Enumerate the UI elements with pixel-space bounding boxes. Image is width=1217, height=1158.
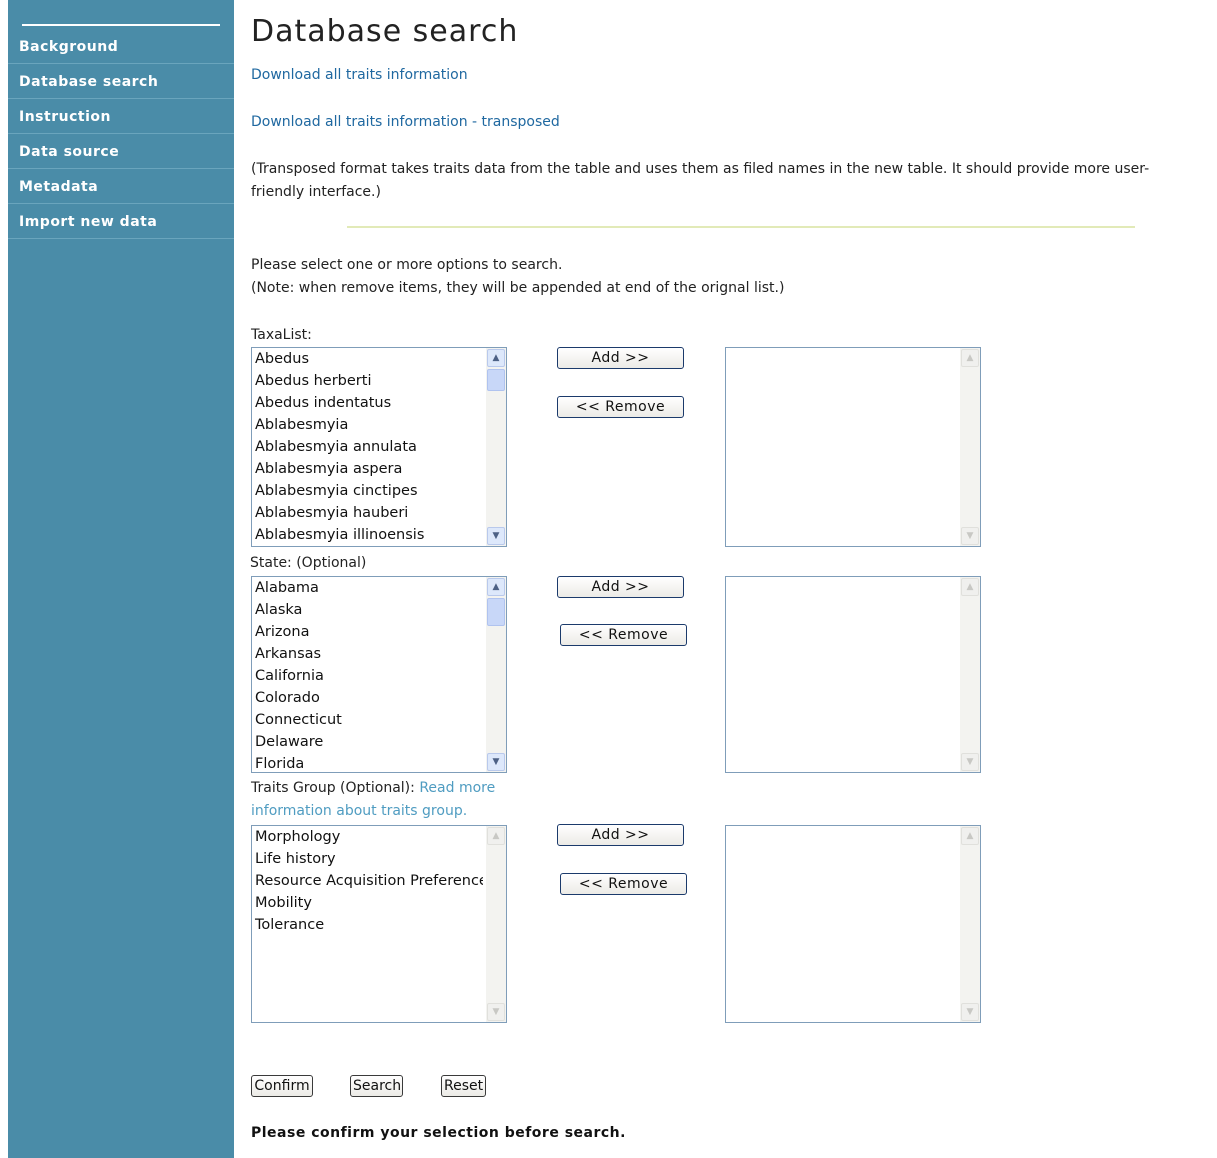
sidebar-item-label: Instruction <box>19 109 111 125</box>
traits-read-more-link[interactable]: Read more <box>419 780 495 796</box>
state-add-button[interactable]: Add >> <box>557 576 684 598</box>
sidebar-item-background[interactable]: Background <box>8 30 234 64</box>
divider <box>347 226 1135 228</box>
reset-button[interactable]: Reset <box>441 1075 486 1097</box>
list-item[interactable]: Resource Acquisition Preference <box>252 870 483 892</box>
transposed-note: (Transposed format takes traits data fro… <box>251 158 1217 204</box>
sidebar-item-import-new-data[interactable]: Import new data <box>8 205 234 239</box>
scrollbar[interactable]: ▲ ▼ <box>486 577 506 772</box>
list-item[interactable]: Ablabesmyia hauberi <box>252 502 483 524</box>
list-item[interactable]: Abedus indentatus <box>252 392 483 414</box>
taxa-remove-button[interactable]: << Remove <box>557 396 684 418</box>
taxa-add-button[interactable]: Add >> <box>557 347 684 369</box>
scroll-down-icon[interactable]: ▼ <box>487 527 505 545</box>
list-item[interactable]: Mobility <box>252 892 483 914</box>
traits-group-label: Traits Group (Optional): <box>251 780 415 796</box>
traits-options: Morphology Life history Resource Acquisi… <box>252 826 506 936</box>
instructions-line: (Note: when remove items, they will be a… <box>251 280 785 296</box>
list-item[interactable]: Arkansas <box>252 643 483 665</box>
scrollbar[interactable]: ▲ ▼ <box>960 348 980 546</box>
list-item[interactable]: Ablabesmyia cinctipes <box>252 480 483 502</box>
download-traits-transposed-link[interactable]: Download all traits information - transp… <box>251 114 560 130</box>
list-item[interactable]: Ablabesmyia <box>252 414 483 436</box>
sidebar-item-metadata[interactable]: Metadata <box>8 170 234 204</box>
sidebar-item-instruction[interactable]: Instruction <box>8 100 234 134</box>
state-list-label: State: (Optional) <box>250 555 367 571</box>
transposed-note-line: friendly interface.) <box>251 184 381 200</box>
list-item[interactable]: Delaware <box>252 731 483 753</box>
state-options: Alabama Alaska Arizona Arkansas Californ… <box>252 577 506 772</box>
search-button[interactable]: Search <box>350 1075 403 1097</box>
transposed-note-line: (Transposed format takes traits data fro… <box>251 161 1150 177</box>
scroll-thumb[interactable] <box>487 598 505 626</box>
list-item[interactable]: Tolerance <box>252 914 483 936</box>
list-item[interactable]: Alaska <box>252 599 483 621</box>
list-item[interactable]: Abedus herberti <box>252 370 483 392</box>
traits-label-line: Traits Group (Optional): Read more <box>251 777 541 800</box>
page-title: Database search <box>251 14 519 49</box>
scrollbar[interactable]: ▲ ▼ <box>960 577 980 772</box>
scrollbar[interactable]: ▲ ▼ <box>486 348 506 546</box>
sidebar-item-label: Background <box>19 39 119 55</box>
taxa-list-label: TaxaList: <box>251 327 312 343</box>
traits-remove-button[interactable]: << Remove <box>560 873 687 895</box>
traits-group-label-block: Traits Group (Optional): Read more infor… <box>251 777 541 823</box>
confirm-button[interactable]: Confirm <box>251 1075 313 1097</box>
scroll-up-icon: ▲ <box>961 578 979 596</box>
list-item[interactable]: Florida <box>252 753 483 772</box>
download-traits-link[interactable]: Download all traits information <box>251 67 468 83</box>
list-item[interactable]: Ablabesmyia aspera <box>252 458 483 480</box>
list-item[interactable]: Life history <box>252 848 483 870</box>
list-item[interactable]: Arizona <box>252 621 483 643</box>
taxa-options: Abedus Abedus herberti Abedus indentatus… <box>252 348 506 546</box>
sidebar-item-database-search[interactable]: Database search <box>8 65 234 99</box>
scroll-down-icon[interactable]: ▼ <box>487 753 505 771</box>
list-item[interactable]: Morphology <box>252 826 483 848</box>
scrollbar[interactable]: ▲ ▼ <box>960 826 980 1022</box>
traits-read-more-link-cont[interactable]: information about traits group. <box>251 803 467 819</box>
state-remove-button[interactable]: << Remove <box>560 624 687 646</box>
sidebar-item-data-source[interactable]: Data source <box>8 135 234 169</box>
scroll-down-icon: ▼ <box>961 1003 979 1021</box>
scroll-up-icon[interactable]: ▲ <box>487 578 505 596</box>
instructions-line: Please select one or more options to sea… <box>251 257 563 273</box>
sidebar-item-label: Data source <box>19 144 120 160</box>
traits-selected-list[interactable]: ▲ ▼ <box>725 825 981 1023</box>
list-item[interactable]: Connecticut <box>252 709 483 731</box>
scrollbar[interactable]: ▲ ▼ <box>486 826 506 1022</box>
list-item[interactable]: Ablabesmyia annulata <box>252 436 483 458</box>
taxa-list-select[interactable]: Abedus Abedus herberti Abedus indentatus… <box>251 347 507 547</box>
traits-add-button[interactable]: Add >> <box>557 824 684 846</box>
taxa-selected-list[interactable]: ▲ ▼ <box>725 347 981 547</box>
state-selected-list[interactable]: ▲ ▼ <box>725 576 981 773</box>
scroll-down-icon: ▼ <box>961 753 979 771</box>
list-item[interactable]: Ablabesmyia illinoensis <box>252 524 483 546</box>
sidebar: Background Database search Instruction D… <box>8 0 234 1158</box>
confirm-selection-note: Please confirm your selection before sea… <box>251 1125 626 1141</box>
list-item[interactable]: California <box>252 665 483 687</box>
scroll-up-icon: ▲ <box>487 827 505 845</box>
sidebar-item-label: Database search <box>19 74 159 90</box>
scroll-thumb[interactable] <box>487 369 505 391</box>
scroll-up-icon: ▲ <box>961 827 979 845</box>
list-item[interactable]: Abedus <box>252 348 483 370</box>
list-item[interactable]: Alabama <box>252 577 483 599</box>
sidebar-divider <box>22 24 220 26</box>
scroll-down-icon: ▼ <box>487 1003 505 1021</box>
search-instructions: Please select one or more options to sea… <box>251 254 784 300</box>
list-item[interactable]: Colorado <box>252 687 483 709</box>
sidebar-item-label: Metadata <box>19 179 99 195</box>
traits-list-select[interactable]: Morphology Life history Resource Acquisi… <box>251 825 507 1023</box>
scroll-up-icon[interactable]: ▲ <box>487 349 505 367</box>
sidebar-item-label: Import new data <box>19 214 158 230</box>
scroll-down-icon: ▼ <box>961 527 979 545</box>
scroll-up-icon: ▲ <box>961 349 979 367</box>
state-list-select[interactable]: Alabama Alaska Arizona Arkansas Californ… <box>251 576 507 773</box>
